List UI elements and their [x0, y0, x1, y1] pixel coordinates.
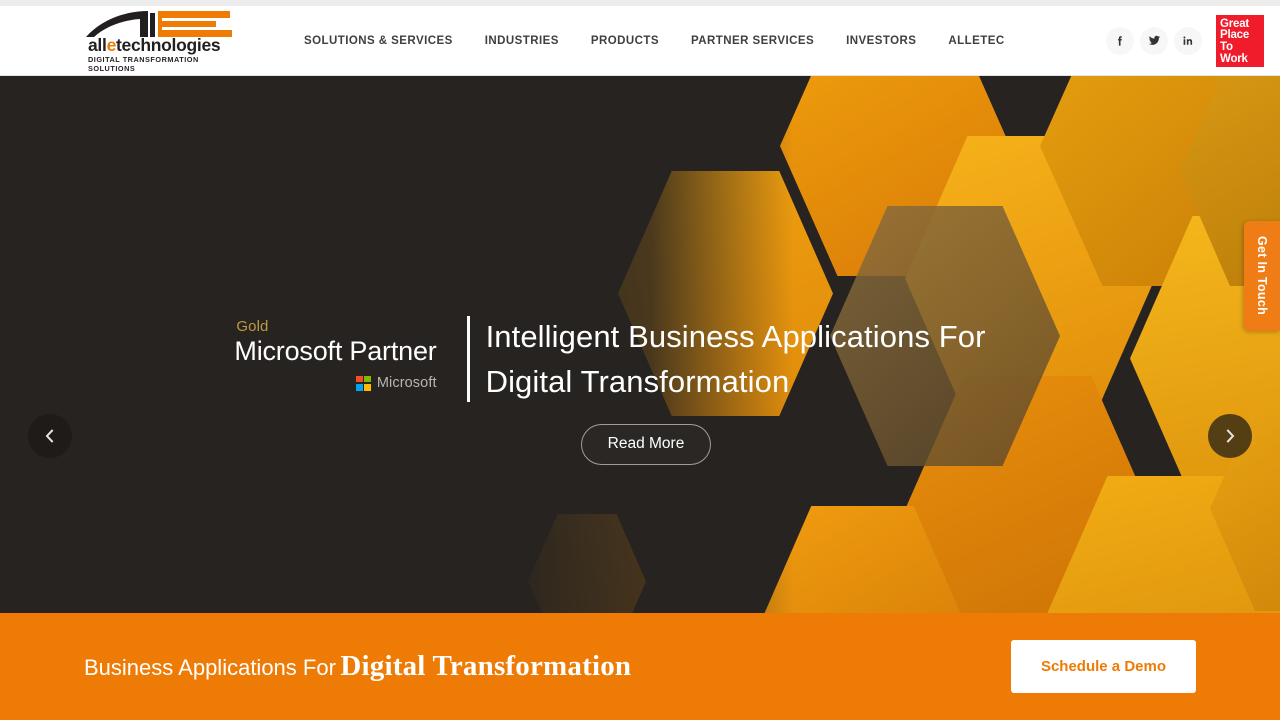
facebook-link[interactable] — [1106, 26, 1134, 55]
site-header: alletechnologies DIGITAL TRANSFORMATION … — [0, 6, 1280, 76]
schedule-demo-button[interactable]: Schedule a Demo — [1010, 640, 1196, 693]
hero-carousel: Gold Microsoft Partner Microsoft Intelli… — [0, 76, 1280, 613]
microsoft-wordmark: Microsoft — [376, 375, 437, 391]
ms-partner-label: Microsoft Partner — [234, 336, 437, 366]
logo-tagline: DIGITAL TRANSFORMATION SOLUTIONS — [88, 54, 199, 73]
microsoft-logo: Microsoft — [234, 375, 436, 391]
svg-text:alletechnologies: alletechnologies — [88, 35, 221, 55]
get-in-touch-label: Get In Touch — [1255, 236, 1269, 316]
nav-item-alletec[interactable]: ALLETEC — [948, 35, 1004, 47]
microsoft-gold-partner-badge: Gold Microsoft Partner Microsoft — [234, 314, 466, 391]
cta-text: Business Applications For Digital Transf… — [84, 650, 631, 683]
hero-content: Gold Microsoft Partner Microsoft Intelli… — [0, 76, 1280, 613]
cta-bar: Business Applications For Digital Transf… — [0, 613, 1280, 720]
twitter-icon — [1148, 35, 1160, 45]
nav-item-products[interactable]: PRODUCTS — [591, 35, 659, 47]
cta-text-bold: Digital Transformation — [340, 650, 632, 682]
nav-item-investors[interactable]: INVESTORS — [846, 35, 916, 47]
hero-text-block: Intelligent Business Applications For Di… — [470, 314, 1046, 404]
gptw-line-4: Work ® — [1220, 53, 1261, 78]
cta-text-regular: Business Applications For — [84, 655, 336, 680]
facebook-icon — [1118, 35, 1122, 46]
read-more-button[interactable]: Read More — [580, 424, 712, 465]
great-place-to-work-badge: Great Place To Work ® — [1216, 14, 1264, 75]
get-in-touch-tab[interactable]: Get In Touch — [1244, 221, 1280, 331]
linkedin-icon — [1183, 36, 1193, 45]
main-navigation: SOLUTIONS & SERVICES INDUSTRIES PRODUCTS… — [304, 35, 1005, 47]
alletechnologies-logo-graphic: alletechnologies — [86, 10, 232, 55]
twitter-link[interactable] — [1140, 26, 1168, 55]
site-logo[interactable]: alletechnologies DIGITAL TRANSFORMATION … — [84, 9, 238, 73]
social-links — [1100, 26, 1202, 55]
nav-item-solutions-services[interactable]: SOLUTIONS & SERVICES — [304, 35, 453, 47]
ms-gold-label: Gold — [236, 318, 269, 335]
nav-item-partner-services[interactable]: PARTNER SERVICES — [691, 35, 814, 47]
linkedin-link[interactable] — [1174, 26, 1202, 55]
microsoft-squares-icon — [355, 375, 371, 391]
hero-headline: Intelligent Business Applications For Di… — [485, 319, 986, 399]
nav-item-industries[interactable]: INDUSTRIES — [485, 35, 559, 47]
